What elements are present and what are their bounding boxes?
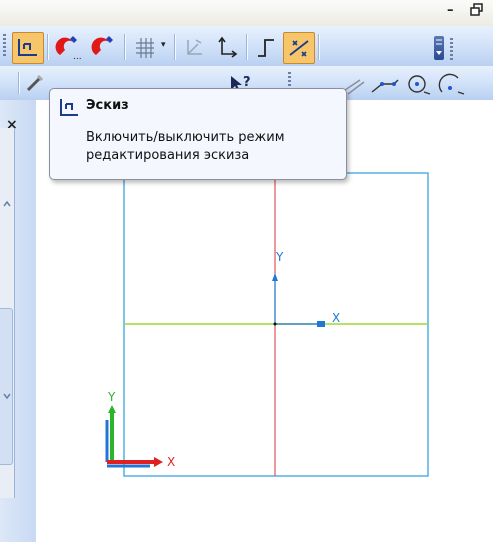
minimize-button[interactable]: – xyxy=(447,3,454,18)
axes-icon xyxy=(218,36,238,58)
toolbar-separator xyxy=(124,34,126,60)
sketch-button[interactable] xyxy=(12,32,44,64)
parametric-button[interactable] xyxy=(283,32,315,64)
circle-icon xyxy=(408,75,431,95)
toolbar-separator xyxy=(318,34,320,60)
restore-icon xyxy=(470,3,483,16)
cs-y-label: Y xyxy=(108,390,116,404)
axes-button[interactable] xyxy=(212,34,240,60)
tooltip-description: Включить/выключить режим редактирования … xyxy=(86,129,340,165)
toolbar-overflow-button[interactable] xyxy=(434,36,444,60)
brush-button[interactable] xyxy=(24,72,46,94)
sketch-icon xyxy=(18,39,37,56)
sketch-icon xyxy=(60,99,78,116)
arc-icon xyxy=(438,73,465,95)
chevron-up-icon xyxy=(3,200,11,207)
parametric-icon xyxy=(289,40,309,57)
grid-icon xyxy=(136,38,154,58)
chevron-down-icon xyxy=(3,393,11,400)
toolbar-separator xyxy=(174,34,176,60)
local-cs-button[interactable] xyxy=(180,34,208,60)
magnet-icon xyxy=(91,36,113,55)
cs-x-label: X xyxy=(167,455,176,469)
orthogonal-button[interactable] xyxy=(252,34,280,60)
magnet-alt-button[interactable] xyxy=(88,33,118,61)
window-title-strip: – xyxy=(0,0,493,26)
grid-button[interactable] xyxy=(132,34,158,60)
restore-button[interactable] xyxy=(470,3,484,21)
toolbar-grip[interactable] xyxy=(450,38,453,60)
grid-dropdown-arrow[interactable]: ▾ xyxy=(161,40,166,50)
toolbar-separator xyxy=(18,72,20,94)
arc-button[interactable] xyxy=(438,72,466,96)
origin-x-label: X xyxy=(332,311,341,325)
origin-y-label: Y xyxy=(276,250,284,264)
magnet-snap-button[interactable]: ... xyxy=(54,33,84,62)
polyline-button[interactable] xyxy=(370,74,400,96)
chevron-down-icon xyxy=(436,39,442,55)
panel-scrollbar[interactable] xyxy=(0,308,13,465)
tooltip-description-line: редактирования эскиза xyxy=(86,148,250,163)
magnet-icon: ... xyxy=(55,36,82,62)
local-cs-icon xyxy=(187,39,202,55)
svg-text:...: ... xyxy=(73,52,82,61)
toolbar-grip[interactable] xyxy=(3,34,6,58)
brush-icon xyxy=(26,74,44,92)
toolbar-separator xyxy=(246,34,248,60)
origin-axes xyxy=(272,273,325,327)
tooltip-description-line: Включить/выключить режим xyxy=(86,130,285,145)
ortho-icon xyxy=(258,39,274,57)
tooltip-title: Эскиз xyxy=(86,98,129,113)
circle-button[interactable] xyxy=(404,72,432,96)
tree-panel-body xyxy=(0,128,15,498)
sketch-tooltip: Эскиз Включить/выключить режим редактиро… xyxy=(49,88,347,180)
main-toolbar: ... ▾ xyxy=(0,26,493,67)
polyline-icon xyxy=(371,79,399,93)
toolbar-separator xyxy=(47,34,49,60)
coordinate-system-icon xyxy=(105,405,163,468)
